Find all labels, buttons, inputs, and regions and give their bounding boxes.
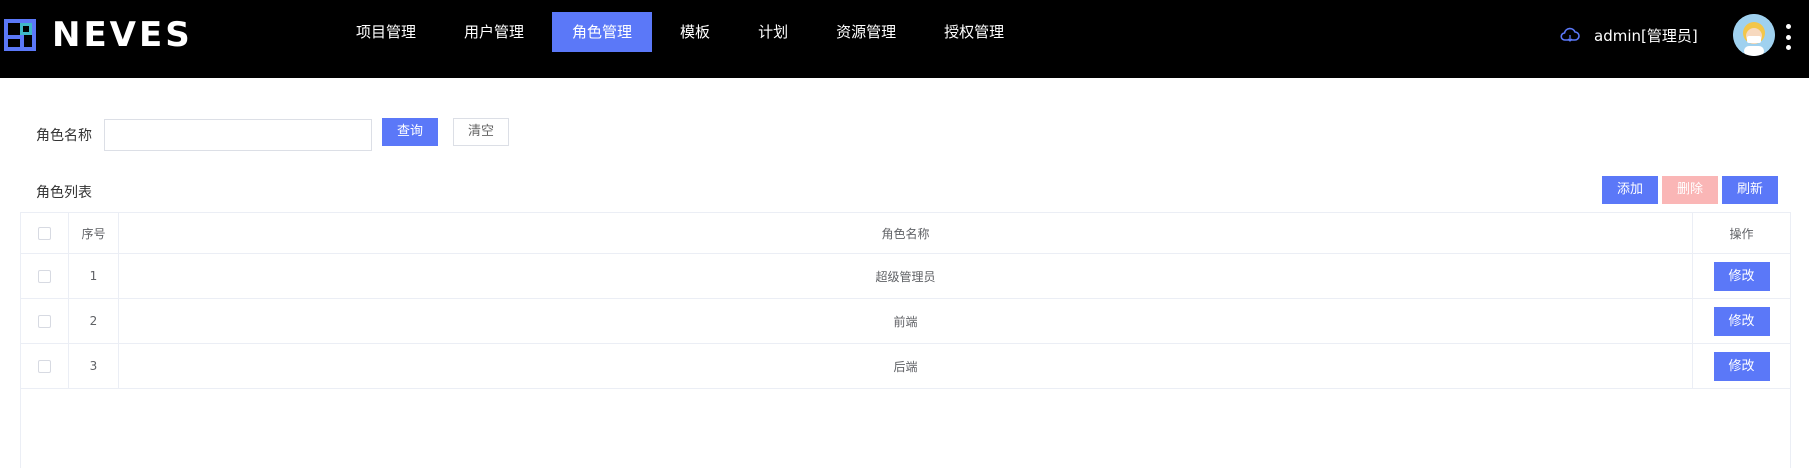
query-button[interactable]: 查询 <box>382 118 438 146</box>
nav-item-plans[interactable]: 计划 <box>738 12 808 52</box>
role-name-search-input[interactable] <box>104 119 372 151</box>
select-all-cell <box>21 213 69 253</box>
nav-item-authorization[interactable]: 授权管理 <box>924 12 1024 52</box>
row-index: 1 <box>69 254 119 298</box>
row-action-cell: 修改 <box>1693 299 1790 343</box>
edit-button[interactable]: 修改 <box>1713 351 1770 381</box>
clear-button[interactable]: 清空 <box>453 118 509 146</box>
column-header-role-name: 角色名称 <box>119 213 1693 253</box>
logo-text: NEVES <box>52 15 193 55</box>
nav-item-roles[interactable]: 角色管理 <box>552 12 653 52</box>
role-list-title: 角色列表 <box>36 185 92 201</box>
row-select-cell <box>21 344 69 388</box>
edit-button[interactable]: 修改 <box>1713 306 1770 336</box>
row-index: 3 <box>69 344 119 388</box>
main-nav: 项目管理 用户管理 角色管理 模板 计划 资源管理 授权管理 <box>336 12 1032 52</box>
add-button[interactable]: 添加 <box>1602 176 1658 204</box>
row-role-name: 后端 <box>119 344 1693 388</box>
refresh-button[interactable]: 刷新 <box>1722 176 1778 204</box>
row-checkbox[interactable] <box>38 314 51 328</box>
row-action-cell: 修改 <box>1693 344 1790 388</box>
table-header-row: 序号 角色名称 操作 <box>21 213 1790 254</box>
table-row: 2 前端 修改 <box>21 299 1790 344</box>
user-name[interactable]: admin[管理员] <box>1594 25 1698 46</box>
row-index: 2 <box>69 299 119 343</box>
cloud-icon[interactable] <box>1560 27 1580 43</box>
row-checkbox[interactable] <box>38 359 51 373</box>
user-info: admin[管理员] <box>1560 22 1698 48</box>
delete-button[interactable]: 删除 <box>1662 176 1718 204</box>
column-header-index: 序号 <box>69 213 119 253</box>
nav-item-resources[interactable]: 资源管理 <box>816 12 916 52</box>
row-select-cell <box>21 254 69 298</box>
table-row: 3 后端 修改 <box>21 344 1790 389</box>
row-role-name: 前端 <box>119 299 1693 343</box>
row-action-cell: 修改 <box>1693 254 1790 298</box>
app-logo[interactable]: NEVES <box>4 18 193 52</box>
more-menu-icon[interactable] <box>1784 24 1792 50</box>
edit-button[interactable]: 修改 <box>1713 261 1770 291</box>
nav-item-templates[interactable]: 模板 <box>660 12 730 52</box>
select-all-checkbox[interactable] <box>38 226 51 240</box>
top-navigation-bar: NEVES 项目管理 用户管理 角色管理 模板 计划 资源管理 授权管理 adm… <box>0 0 1809 78</box>
row-checkbox[interactable] <box>38 269 51 283</box>
row-role-name: 超级管理员 <box>119 254 1693 298</box>
role-name-label: 角色名称 <box>36 128 92 144</box>
nav-item-users[interactable]: 用户管理 <box>444 12 544 52</box>
table-row: 1 超级管理员 修改 <box>21 254 1790 299</box>
role-table: 序号 角色名称 操作 1 超级管理员 修改 2 前端 修改 3 后端 修改 <box>20 212 1791 468</box>
nav-item-projects[interactable]: 项目管理 <box>336 12 436 52</box>
row-select-cell <box>21 299 69 343</box>
column-header-action: 操作 <box>1729 226 1754 241</box>
logo-mark-icon <box>4 19 36 51</box>
avatar[interactable] <box>1733 14 1775 56</box>
